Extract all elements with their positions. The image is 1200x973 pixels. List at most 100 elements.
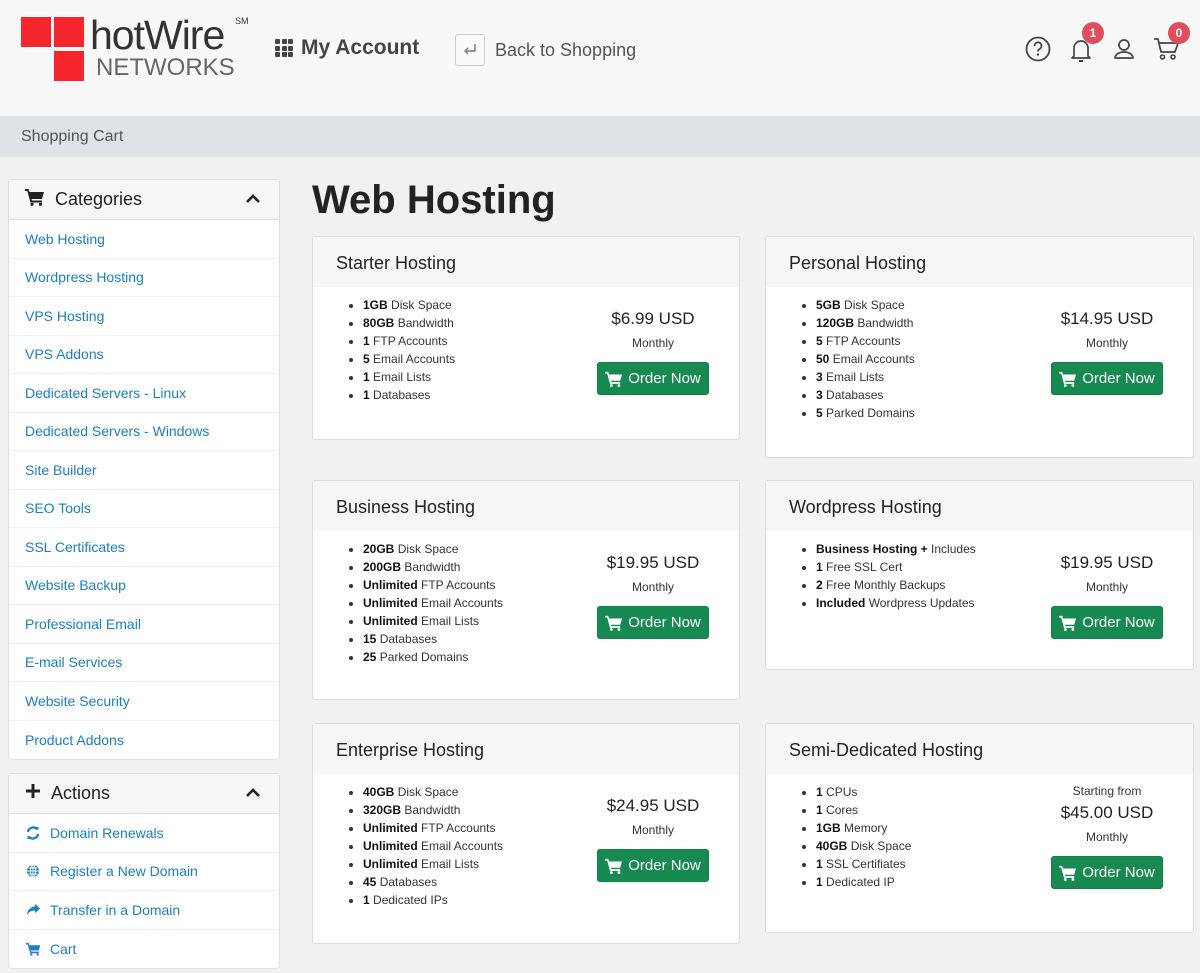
billing-cycle: Monthly [631,580,675,594]
sidebar-category-item[interactable]: Site Builder [9,451,279,490]
cart-button[interactable]: 0 [1153,22,1190,62]
order-now-label: Order Now [1082,614,1155,631]
logo-service-mark: SM [235,16,249,26]
help-icon[interactable] [1025,36,1051,62]
sidebar-action-item[interactable]: Transfer in a Domain [9,891,279,930]
feature-item: Unlimited FTP Accounts [363,819,503,837]
my-account-link[interactable]: My Account [275,36,419,60]
feature-label: Cores [826,803,859,817]
notifications-button[interactable]: 1 [1068,22,1104,62]
feature-item: 1 FTP Accounts [363,332,455,350]
sidebar-action-item[interactable]: Register a New Domain [9,853,279,891]
feature-label: Email Lists [373,370,432,384]
feature-value: 5 [816,406,823,420]
feature-item: Unlimited Email Accounts [363,594,503,612]
feature-item: 5 Parked Domains [816,404,915,422]
header: hotWire SM NETWORKS My Account Back to S… [0,0,1200,116]
price-box: $14.95 USD Monthly Order Now [1051,309,1163,395]
order-now-label: Order Now [1082,370,1155,387]
feature-item: 20GB Disk Space [363,540,503,558]
user-icon[interactable] [1111,36,1137,62]
product-card: Business Hosting20GB Disk Space200GB Ban… [312,480,740,700]
logo-square [54,17,84,47]
feature-label: Databases [379,875,438,889]
feature-item: Included Wordpress Updates [816,594,976,612]
feature-item: Unlimited Email Lists [363,612,503,630]
sidebar-category-item[interactable]: SSL Certificates [9,528,279,567]
sidebar-action-label: Cart [50,940,77,957]
feature-value: 1 [816,785,823,799]
feature-item: 1 Cores [816,801,911,819]
sidebar-category-item[interactable]: Dedicated Servers - Windows [9,413,279,451]
feature-label: Databases [826,388,884,402]
logo-sub: NETWORKS [96,54,235,81]
sidebar-category-item[interactable]: SEO Tools [9,490,279,528]
chevron-up-icon[interactable] [245,786,261,804]
categories-panel-header[interactable]: Categories [9,180,279,220]
sidebar-category-item[interactable]: VPS Addons [9,336,279,374]
billing-cycle: Monthly [1085,580,1129,594]
cart-icon [605,371,623,387]
order-now-button[interactable]: Order Now [1051,362,1163,395]
feature-label: Email Lists [826,370,885,384]
feature-item: 40GB Disk Space [363,783,503,801]
sidebar-category-item[interactable]: Dedicated Servers - Linux [9,374,279,413]
order-now-button[interactable]: Order Now [1051,856,1163,889]
billing-cycle: Monthly [1085,830,1129,844]
product-card: Wordpress Hosting Business Hosting + Incl… [765,480,1194,670]
order-now-label: Order Now [1082,864,1155,881]
feature-item: 1 Email Lists [363,368,455,386]
feature-value: 5GB [816,298,841,312]
sidebar-category-item[interactable]: VPS Hosting [9,297,279,336]
price-box: $6.99 USD Monthly Order Now [597,309,709,395]
feature-item: Unlimited FTP Accounts [363,576,503,594]
order-now-button[interactable]: Order Now [1051,606,1163,639]
back-to-shopping-label: Back to Shopping [495,39,637,60]
feature-label: Email Accounts [421,596,504,610]
logo[interactable]: hotWire SM NETWORKS [21,12,251,82]
actions-panel: Actions Domain Renewals Register a New Do… [8,773,280,969]
feature-label: FTP Accounts [421,578,496,592]
feature-value: 1 [363,388,370,402]
sidebar-category-item[interactable]: Web Hosting [9,220,279,259]
order-now-button[interactable]: Order Now [597,849,709,882]
sidebar-action-item[interactable]: Domain Renewals [9,814,279,853]
return-arrow-icon [455,34,485,66]
feature-value: 120GB [816,316,855,330]
order-now-label: Order Now [628,857,701,874]
order-now-button[interactable]: Order Now [597,362,709,395]
product-name: Semi-Dedicated Hosting [766,724,1193,774]
categories-panel: Categories Web Hosting Wordpress Hosting V… [8,179,280,760]
feature-label: Parked Domains [379,650,469,664]
sidebar-category-item[interactable]: Wordpress Hosting [9,259,279,297]
sidebar-action-label: Transfer in a Domain [50,901,181,918]
feature-value: Unlimited [363,578,418,592]
sidebar-category-item[interactable]: Website Security [9,682,279,721]
feature-value: 5 [816,334,823,348]
feature-value: 15 [363,632,377,646]
feature-label: Wordpress Updates [868,596,975,610]
order-now-label: Order Now [628,614,701,631]
feature-item: 1 Dedicated IP [816,873,911,891]
feature-item: 1 Databases [363,386,455,404]
feature-item: 5 FTP Accounts [816,332,915,350]
chevron-up-icon[interactable] [245,192,261,210]
logo-square [21,17,51,47]
sidebar-category-item[interactable]: Website Backup [9,567,279,605]
feature-label: Free Monthly Backups [826,578,946,592]
feature-list: 1 CPUs1 Cores1GB Memory40GB Disk Space1 … [816,783,911,891]
sidebar-action-item[interactable]: Cart [9,930,279,969]
feature-value: 25 [363,650,377,664]
feature-label: Memory [844,821,888,835]
order-now-button[interactable]: Order Now [597,606,709,639]
back-to-shopping-link[interactable]: Back to Shopping [455,34,636,66]
sidebar-category-item[interactable]: Product Addons [9,721,279,760]
grid-icon [275,39,293,57]
sidebar-action-label: Domain Renewals [50,824,164,841]
actions-panel-header[interactable]: Actions [9,774,279,814]
feature-label: Email Accounts [373,352,456,366]
product-card: Semi-Dedicated Hosting1 CPUs1 Cores1GB M… [765,723,1194,933]
sidebar-category-item[interactable]: E-mail Services [9,644,279,682]
price: $19.95 USD [1060,553,1154,572]
sidebar-category-item[interactable]: Professional Email [9,605,279,644]
